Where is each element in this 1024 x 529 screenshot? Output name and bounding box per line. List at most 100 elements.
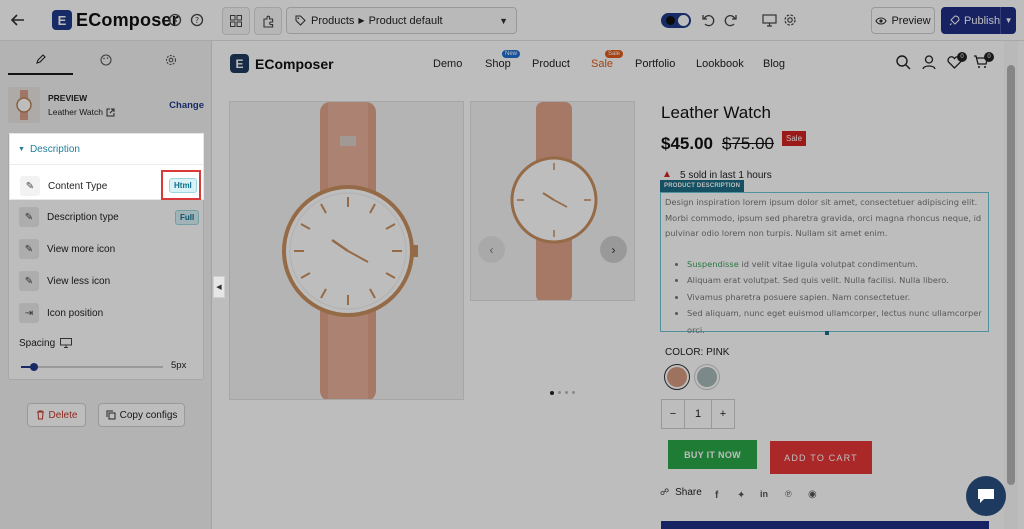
main-product-image[interactable]: [229, 101, 464, 400]
setting-icon-position[interactable]: ⇥ Icon position: [19, 302, 103, 324]
spacing-label-row: Spacing: [19, 332, 73, 354]
pencil-icon: ✎: [19, 271, 39, 291]
linkedin-icon[interactable]: in: [760, 489, 768, 499]
content-type-badge[interactable]: Html: [169, 178, 197, 193]
undo-icon[interactable]: [700, 12, 716, 28]
quantity-input[interactable]: 1: [684, 399, 712, 429]
sale-badge: Sale: [782, 131, 807, 146]
pencil-icon: ✎: [20, 176, 40, 196]
description-element-label[interactable]: PRODUCT DESCRIPTION: [660, 180, 745, 192]
sidebar-collapse-handle[interactable]: ◀: [213, 276, 225, 298]
external-link-icon[interactable]: [106, 108, 115, 117]
tab-content[interactable]: [8, 45, 74, 75]
description-bullet: Aliquam erat volutpat. Sed quis velit. N…: [687, 272, 984, 289]
nav-link-demo[interactable]: Demo: [433, 58, 462, 70]
nav-link-sale[interactable]: Sale: [591, 58, 613, 70]
secondary-product-image[interactable]: [470, 101, 635, 301]
gear-icon: [166, 54, 177, 66]
bottom-bar: [661, 521, 989, 529]
nav-link-lookbook[interactable]: Lookbook: [696, 58, 744, 70]
product-compare-price: $75.00: [722, 134, 774, 153]
setting-label: View more icon: [47, 243, 116, 255]
resize-handle[interactable]: [825, 331, 829, 335]
extensions-button[interactable]: [254, 7, 282, 35]
store-search-icon[interactable]: [896, 55, 911, 75]
pencil-icon: ✎: [19, 207, 39, 227]
pinterest-icon[interactable]: ℗: [785, 489, 792, 499]
help-icon[interactable]: ?: [189, 12, 205, 28]
product-price: $45.00: [661, 134, 713, 153]
facebook-icon[interactable]: f: [715, 490, 718, 501]
change-product-link[interactable]: Change: [169, 100, 204, 111]
buy-now-button[interactable]: BUY IT NOW: [668, 440, 757, 469]
share-icon: ☍: [660, 487, 670, 497]
gallery-next-button[interactable]: ›: [600, 236, 627, 263]
setting-label: Content Type: [48, 180, 108, 192]
publish-label: Publish: [964, 14, 1001, 27]
product-description-block[interactable]: Design inspiration lorem ipsum dolor sit…: [660, 192, 989, 335]
wishlist-count-badge: 0: [957, 52, 967, 62]
tab-design[interactable]: [73, 45, 138, 75]
scrollbar-thumb[interactable]: [1007, 65, 1015, 485]
color-swatch-pink[interactable]: [664, 364, 690, 390]
nav-link-portfolio[interactable]: Portfolio: [635, 58, 675, 70]
publish-options-chevron-icon[interactable]: ▼: [1000, 7, 1016, 34]
copy-configs-button[interactable]: Copy configs: [98, 403, 185, 427]
settings-gear-icon[interactable]: [782, 12, 798, 28]
publish-button[interactable]: Publish ▼: [941, 7, 1016, 34]
setting-view-more-icon[interactable]: ✎ View more icon: [19, 238, 115, 260]
chat-support-button[interactable]: [966, 476, 1006, 516]
gallery-dot[interactable]: [572, 391, 575, 394]
dark-mode-toggle[interactable]: [661, 13, 691, 28]
description-type-badge[interactable]: Full: [175, 210, 200, 225]
quantity-decrease-button[interactable]: −: [661, 399, 685, 429]
rocket-icon: [949, 15, 960, 26]
add-to-cart-button[interactable]: ADD TO CART: [770, 441, 872, 474]
reddit-icon[interactable]: ◉: [808, 489, 817, 500]
nav-link-shop[interactable]: Shop: [485, 58, 511, 70]
store-account-icon[interactable]: [922, 55, 936, 75]
gallery-dot[interactable]: [558, 391, 561, 394]
ecomposer-logo-icon: E: [52, 10, 72, 30]
nav-badge-sale: Sale: [605, 50, 624, 58]
pencil-icon: ✎: [19, 239, 39, 259]
nav-link-product[interactable]: Product: [532, 58, 570, 70]
canvas-scrollbar[interactable]: [1004, 41, 1018, 529]
breadcrumb-caret-icon: ▶: [358, 16, 365, 25]
desktop-view-icon[interactable]: [760, 12, 778, 28]
color-swatch-grey[interactable]: [694, 364, 720, 390]
history-icon[interactable]: [167, 12, 183, 28]
spacing-slider[interactable]: [21, 362, 163, 372]
chat-icon: [978, 489, 994, 503]
setting-label: Description type: [47, 211, 119, 223]
swatch-fill: [697, 367, 717, 387]
preview-product-name: Leather Watch: [48, 107, 103, 117]
setting-view-less-icon[interactable]: ✎ View less icon: [19, 270, 110, 292]
bullet-highlight[interactable]: Suspendisse: [687, 259, 739, 269]
delete-label: Delete: [48, 409, 78, 421]
gallery-dot[interactable]: [550, 391, 554, 395]
back-arrow-icon[interactable]: [8, 10, 28, 30]
gallery-prev-button[interactable]: ‹: [478, 236, 505, 263]
setting-content-type[interactable]: ✎ Content Type: [20, 175, 107, 197]
twitter-icon[interactable]: ✦: [737, 490, 745, 501]
gallery-dot[interactable]: [565, 391, 568, 394]
store-brand[interactable]: EComposer: [255, 56, 334, 72]
delete-button[interactable]: Delete: [27, 403, 86, 427]
grid-icon: [230, 15, 242, 27]
nav-link-blog[interactable]: Blog: [763, 58, 785, 70]
page-select-value: Product default: [368, 14, 443, 27]
preview-label: Preview: [891, 14, 931, 27]
quantity-increase-button[interactable]: +: [711, 399, 735, 429]
caret-down-icon: ▼: [18, 146, 25, 153]
trash-icon: [36, 410, 44, 420]
description-paragraph: Design inspiration lorem ipsum dolor sit…: [665, 197, 982, 238]
spacing-label: Spacing: [19, 337, 56, 349]
preview-button[interactable]: Preview: [871, 7, 935, 34]
redo-icon[interactable]: [723, 12, 739, 28]
grid-layout-button[interactable]: [222, 7, 250, 35]
setting-description-type[interactable]: ✎ Description type: [19, 206, 119, 228]
tab-settings[interactable]: [139, 45, 204, 75]
page-select-dropdown[interactable]: Products ▶ Product default ▼: [286, 7, 517, 34]
description-section-header[interactable]: ▼ Description: [18, 144, 80, 155]
